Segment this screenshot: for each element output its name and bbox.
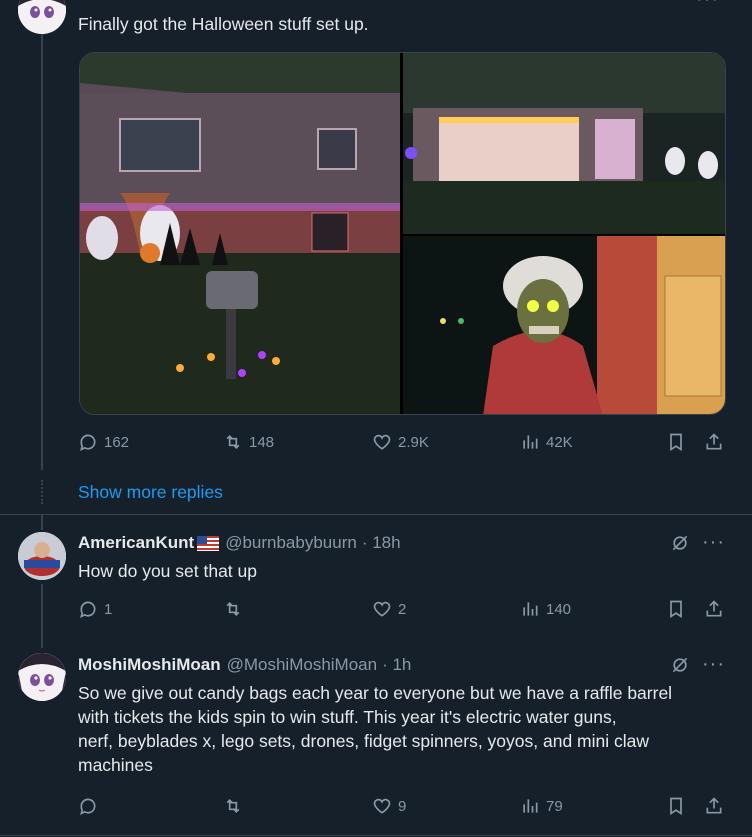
thread-line [41,34,43,470]
thread-dotted-line [41,480,43,504]
views-button[interactable]: 42K [520,432,573,452]
retweet-icon [226,601,240,617]
timestamp[interactable]: · 18h [362,533,401,553]
views-button[interactable]: 79 [520,796,563,816]
grok-icon[interactable] [670,533,690,553]
reply-text: How do you set that up [78,561,257,581]
reply-button[interactable]: 1 [78,599,112,619]
avatar-moshimoshimoan-top[interactable] [18,0,66,34]
thread-line [41,514,43,530]
reply1-header: AmericanKunt @burnbabybuurn · 18h [78,533,401,553]
timestamp[interactable]: · 1h [382,655,411,675]
like-count: 2.9K [398,433,429,451]
tweet-actions: 162 148 2.9K 42K [78,432,728,456]
more-icon[interactable]: ··· [702,531,725,554]
retweet-icon [226,798,240,814]
photo-clown-figure[interactable] [403,236,726,415]
views-button[interactable]: 140 [520,599,571,619]
share-icon [706,600,722,617]
bookmark-icon [670,797,682,816]
share-icon [706,433,722,450]
reply-count: 1 [104,600,113,618]
reply-button[interactable]: 162 [78,432,129,452]
reply-icon [80,601,96,619]
retweet-icon [226,434,240,450]
retweet-count: 148 [249,433,275,451]
share-button[interactable] [704,599,724,619]
reply2-actions: 9 79 [78,796,728,820]
anime-avatar-image [18,653,66,701]
avatar-americankunt[interactable] [18,532,66,580]
heart-icon [373,434,391,450]
avatar-image [18,532,66,580]
like-button[interactable]: 2 [372,599,406,619]
reply-icon [80,434,96,452]
photo-house-front[interactable] [80,53,400,415]
reply1-actions: 1 2 140 [78,599,728,623]
tweet-media-grid [79,52,726,415]
bookmark-icon [670,600,682,619]
display-name[interactable]: MoshiMoshiMoan [78,655,221,675]
reply-text-line: So we give out candy bags each year to e… [78,683,673,703]
reply-button[interactable] [78,796,104,816]
views-icon [523,435,538,449]
share-button[interactable] [704,432,724,452]
like-count: 2 [398,600,407,618]
more-icon[interactable]: ··· [696,0,719,11]
retweet-button[interactable]: 148 [223,432,274,452]
reply-count: 162 [104,433,130,451]
views-icon [523,602,538,616]
divider [0,835,752,836]
view-count: 140 [546,600,572,618]
bookmark-button[interactable] [666,432,686,452]
like-count: 9 [398,797,407,815]
heart-icon [373,798,391,814]
view-count: 42K [546,433,573,451]
share-button[interactable] [704,796,724,816]
grok-icon[interactable] [670,655,690,675]
reply-icon [80,798,96,816]
handle[interactable]: @burnbabybuurn [225,533,357,553]
show-more-replies-link[interactable]: Show more replies [78,482,223,503]
heart-icon [373,601,391,617]
more-icon[interactable]: ··· [702,653,725,676]
reply-text-line: machines [78,755,153,775]
bookmark-button[interactable] [666,796,686,816]
tweet-text: Finally got the Halloween stuff set up. [78,14,369,34]
view-count: 79 [546,797,563,815]
reply-text: So we give out candy bags each year to e… [78,681,672,777]
share-icon [706,797,722,814]
divider [0,514,752,515]
reply-text-line: nerf, beyblades x, lego sets, drones, fi… [78,731,649,751]
avatar-moshimoshimoan[interactable] [18,653,66,701]
retweet-button[interactable] [223,599,249,619]
us-flag-icon [197,535,220,551]
display-name[interactable]: AmericanKunt [78,533,194,553]
reply-text-line: with tickets the kids spin to win stuff.… [78,707,617,727]
views-icon [523,799,538,813]
reply2-header: MoshiMoshiMoan @MoshiMoshiMoan · 1h [78,655,411,675]
bookmark-button[interactable] [666,599,686,619]
bookmark-icon [670,433,682,452]
like-button[interactable]: 9 [372,796,406,816]
anime-avatar-image [18,0,66,34]
retweet-button[interactable] [223,796,249,816]
thread-line [41,584,43,648]
like-button[interactable]: 2.9K [372,432,429,452]
photo-garage[interactable] [403,53,726,234]
handle[interactable]: @MoshiMoshiMoan [227,655,377,675]
